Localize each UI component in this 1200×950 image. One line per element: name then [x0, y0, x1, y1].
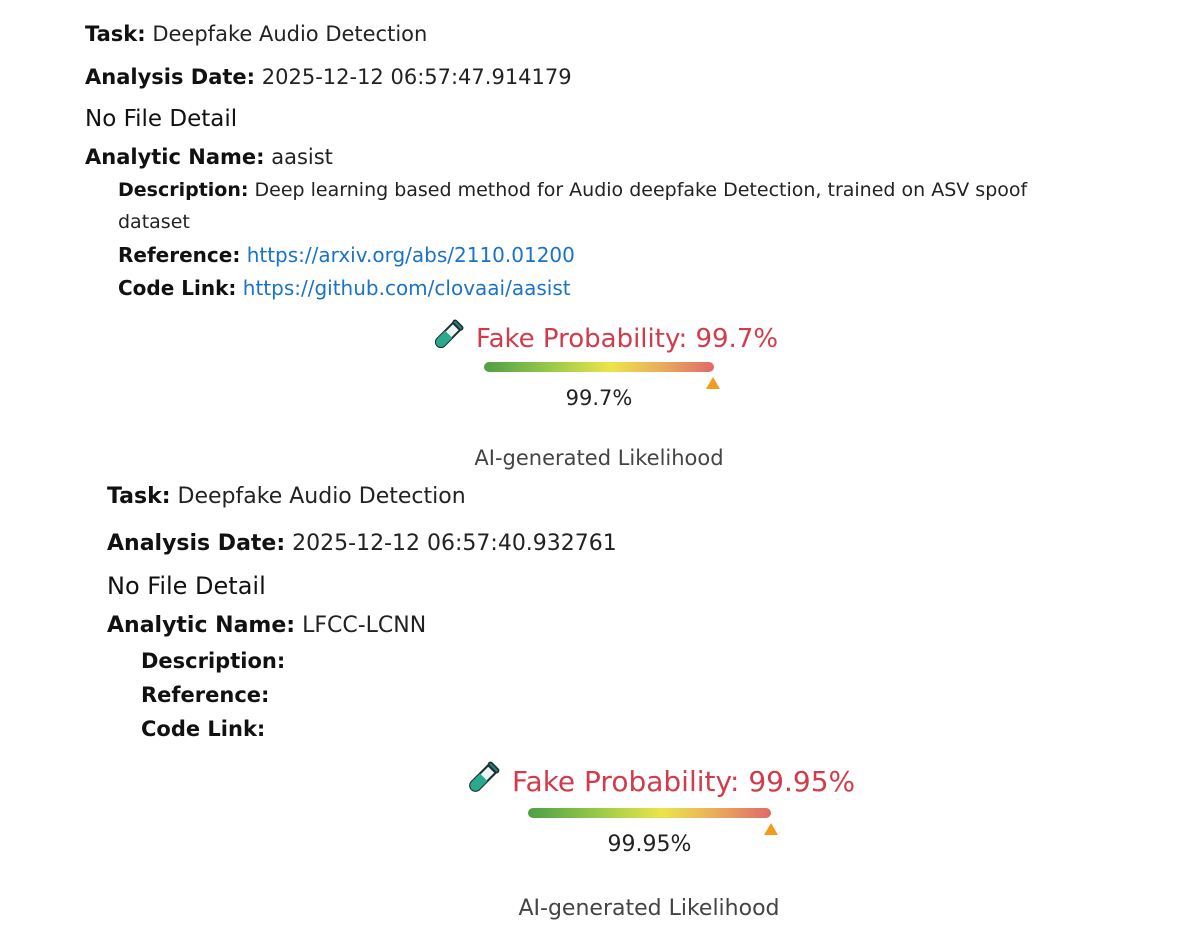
description-row: Description:: [141, 649, 285, 674]
task-row: Task: Deepfake Audio Detection: [107, 484, 466, 510]
fake-probability-text: Fake Probability: 99.95%: [512, 765, 856, 798]
description-value: Deep learning based method for Audio dee…: [118, 179, 1028, 233]
reference-label: Reference:: [118, 243, 241, 267]
file-detail: No File Detail: [107, 572, 266, 600]
description-label: Description:: [141, 649, 286, 673]
analytic-name-row: Analytic Name: LFCC-LCNN: [107, 613, 426, 639]
task-label: Task:: [85, 22, 146, 46]
task-value: Deepfake Audio Detection: [177, 484, 466, 509]
analysis-date-value: 2025-12-12 06:57:40.932761: [292, 531, 617, 556]
likelihood-percent: 99.95%: [607, 832, 692, 857]
analytic-name-label: Analytic Name:: [107, 613, 296, 638]
reference-row: Reference: https://arxiv.org/abs/2110.01…: [118, 243, 575, 267]
likelihood-bar: [484, 362, 714, 372]
fake-probability-title: Fake Probability: 99.95%: [466, 760, 855, 803]
analysis-date-label: Analysis Date:: [107, 531, 286, 556]
analytic-name-row: Analytic Name: aasist: [85, 145, 333, 170]
likelihood-caption: AI-generated Likelihood: [474, 446, 724, 470]
analysis-date-label: Analysis Date:: [85, 65, 256, 89]
analytic-name-value: aasist: [271, 145, 333, 169]
fake-probability-title: Fake Probability: 99.7%: [432, 318, 778, 359]
likelihood-percent: 99.7%: [565, 386, 633, 410]
analysis-results-page: Task: Deepfake Audio Detection Analysis …: [0, 0, 1200, 950]
code-link[interactable]: https://github.com/clovaai/aasist: [243, 276, 571, 300]
file-detail: No File Detail: [85, 106, 238, 132]
task-label: Task:: [107, 484, 171, 509]
reference-label: Reference:: [141, 683, 270, 707]
analysis-date-value: 2025-12-12 06:57:47.914179: [261, 65, 572, 89]
description-row: Description: Deep learning based method …: [118, 174, 1058, 238]
description-label: Description:: [118, 179, 249, 201]
code-link-label: Code Link:: [141, 717, 266, 741]
likelihood-bar: [528, 808, 771, 818]
analysis-date-row: Analysis Date: 2025-12-12 06:57:40.93276…: [107, 531, 617, 557]
code-link-label: Code Link:: [118, 276, 237, 300]
analytic-name-value: LFCC-LCNN: [302, 613, 427, 638]
analysis-date-row: Analysis Date: 2025-12-12 06:57:47.91417…: [85, 65, 572, 90]
likelihood-caption: AI-generated Likelihood: [518, 896, 780, 921]
task-row: Task: Deepfake Audio Detection: [85, 22, 427, 47]
test-tube-icon: [466, 760, 512, 803]
code-link-row: Code Link: https://github.com/clovaai/aa…: [118, 276, 571, 300]
code-link-row: Code Link:: [141, 717, 265, 742]
task-value: Deepfake Audio Detection: [152, 22, 428, 46]
analytic-name-label: Analytic Name:: [85, 145, 265, 169]
reference-row: Reference:: [141, 683, 269, 708]
reference-link[interactable]: https://arxiv.org/abs/2110.01200: [247, 243, 575, 267]
fake-probability-text: Fake Probability: 99.7%: [476, 323, 779, 354]
test-tube-icon: [432, 318, 476, 359]
